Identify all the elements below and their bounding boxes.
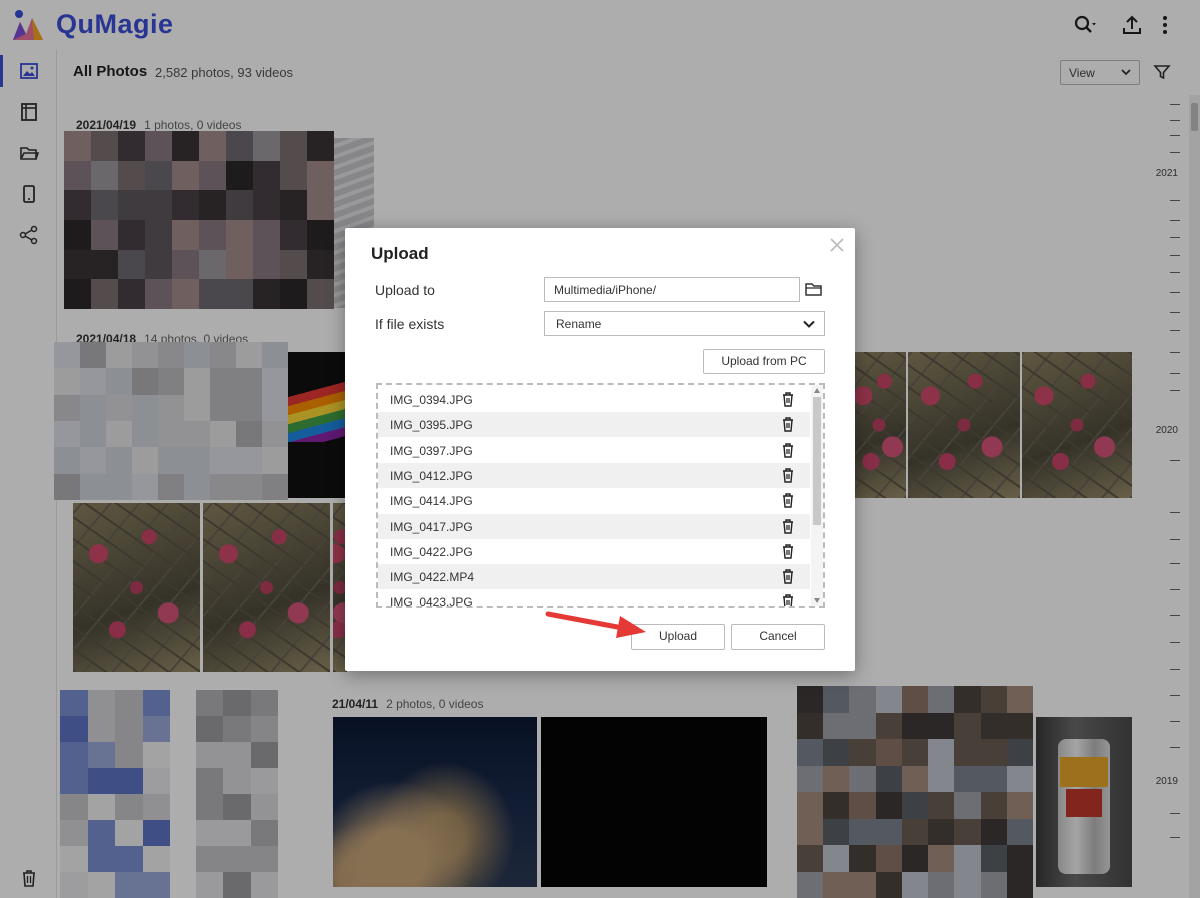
folder-icon[interactable] <box>805 281 823 297</box>
scroll-up-arrow-icon[interactable] <box>814 388 820 393</box>
file-row: IMG_0412.JPG <box>378 462 810 488</box>
if-file-exists-label: If file exists <box>375 316 445 332</box>
if-file-exists-select[interactable]: Rename <box>544 311 825 336</box>
file-list-scrollbar[interactable] <box>811 385 823 606</box>
close-icon[interactable] <box>829 237 845 253</box>
file-row: IMG_0423.JPG <box>378 589 810 608</box>
delete-file-icon[interactable] <box>780 467 796 483</box>
delete-file-icon[interactable] <box>780 442 796 458</box>
file-row: IMG_0414.JPG <box>378 488 810 513</box>
upload-from-pc-button[interactable]: Upload from PC <box>703 349 825 374</box>
file-name: IMG_0417.JPG <box>390 519 473 534</box>
file-name: IMG_0422.JPG <box>390 544 473 559</box>
delete-file-icon[interactable] <box>780 518 796 534</box>
file-row: IMG_0422.JPG <box>378 539 810 564</box>
file-list-scroll-thumb[interactable] <box>813 397 821 525</box>
chevron-down-icon <box>803 320 815 328</box>
red-arrow-annotation <box>545 611 646 638</box>
file-name: IMG_0394.JPG <box>390 393 473 407</box>
file-list[interactable]: IMG_0423.JPG IMG_0422.MP4 IMG_0422.JPG IMG_… <box>376 383 825 608</box>
file-row: IMG_0422.MP4 <box>378 564 810 590</box>
file-name: IMG_0397.JPG <box>390 443 473 458</box>
upload-to-label: Upload to <box>375 282 435 298</box>
delete-file-icon[interactable] <box>780 416 796 432</box>
file-name: IMG_0395.JPG <box>390 418 473 433</box>
file-name: IMG_0423.JPG <box>390 595 473 608</box>
file-name: IMG_0422.MP4 <box>390 570 475 585</box>
dialog-title: Upload <box>371 244 429 263</box>
delete-file-icon[interactable] <box>780 492 796 508</box>
upload-dialog: Upload Upload to Multimedia/iPhone/ If f… <box>345 228 855 671</box>
file-row: IMG_0395.JPG <box>378 412 810 438</box>
file-name: IMG_0414.JPG <box>390 494 473 509</box>
file-row: IMG_0394.JPG <box>378 387 810 412</box>
file-row: IMG_0417.JPG <box>378 513 810 539</box>
delete-file-icon[interactable] <box>780 391 796 407</box>
scroll-down-arrow-icon[interactable] <box>814 598 820 603</box>
file-row: IMG_0397.JPG <box>378 438 810 463</box>
delete-file-icon[interactable] <box>780 568 796 584</box>
delete-file-icon[interactable] <box>780 593 796 608</box>
delete-file-icon[interactable] <box>780 543 796 559</box>
cancel-button[interactable]: Cancel <box>731 624 825 650</box>
if-file-exists-value: Rename <box>556 317 602 331</box>
upload-to-field[interactable]: Multimedia/iPhone/ <box>544 277 800 302</box>
file-name: IMG_0412.JPG <box>390 468 473 483</box>
